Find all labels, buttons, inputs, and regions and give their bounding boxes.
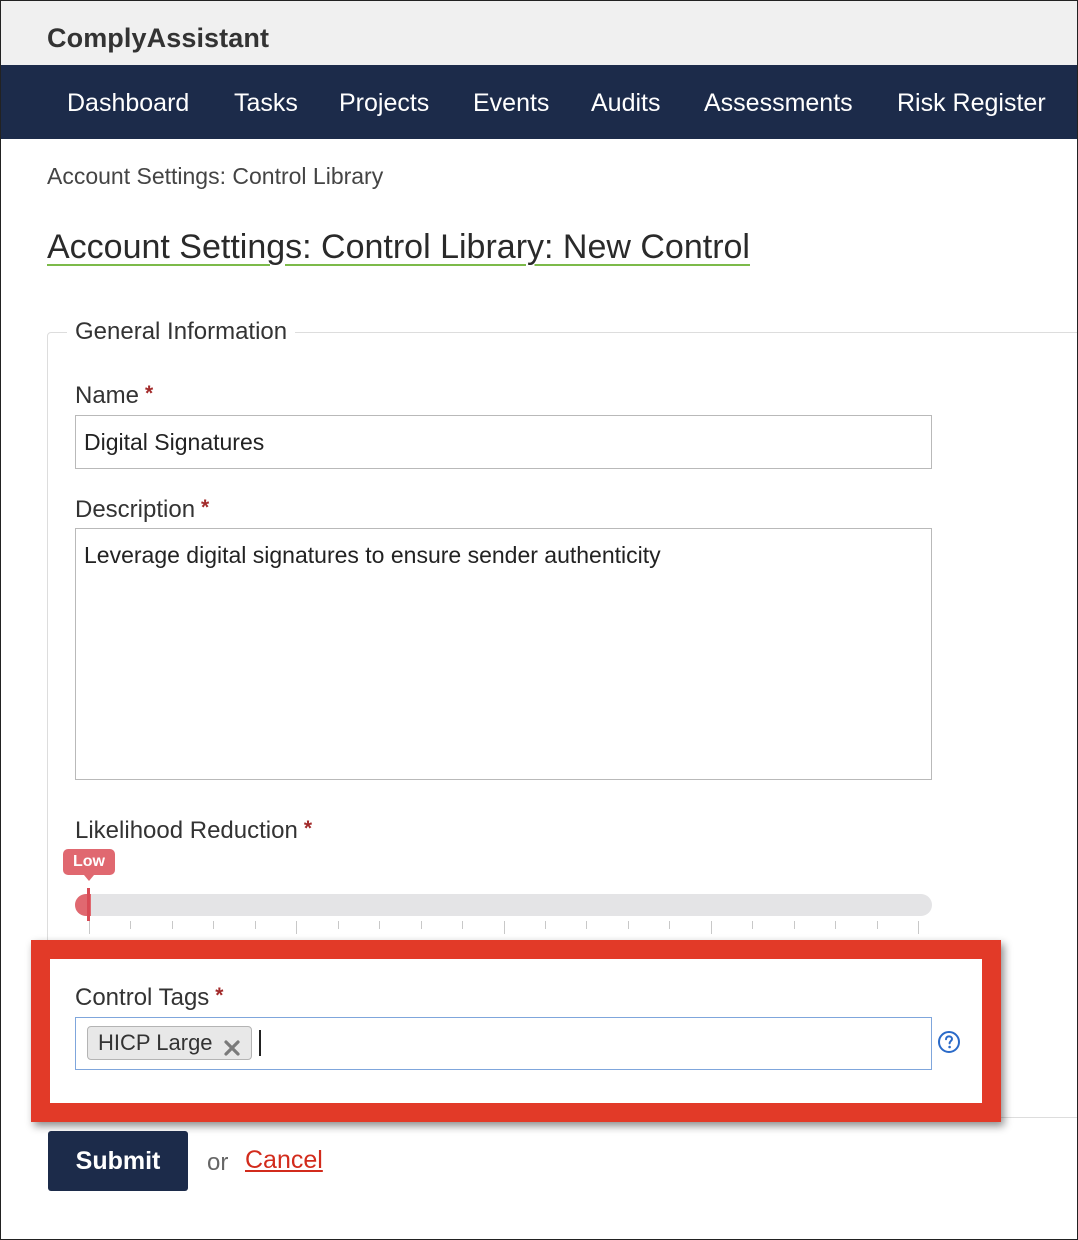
cancel-link[interactable]: Cancel xyxy=(245,1146,323,1175)
top-navigation: Dashboard Tasks Projects Events Audits A… xyxy=(1,65,1077,139)
name-input[interactable]: Digital Signatures xyxy=(75,415,932,469)
slider-tick xyxy=(628,921,629,929)
slider-tick xyxy=(752,921,753,929)
submit-button[interactable]: Submit xyxy=(48,1131,188,1191)
description-label: Description * xyxy=(75,496,209,524)
nav-item-risk-register[interactable]: Risk Register xyxy=(897,89,1046,118)
nav-item-events[interactable]: Events xyxy=(473,89,549,118)
slider-tick xyxy=(462,921,463,929)
page-title: Account Settings: Control Library: New C… xyxy=(47,228,750,266)
slider-handle[interactable] xyxy=(87,888,90,921)
nav-item-assessments[interactable]: Assessments xyxy=(704,89,853,118)
slider-tick xyxy=(89,921,90,934)
required-marker: * xyxy=(145,382,154,405)
slider-tick xyxy=(296,921,297,934)
description-label-text: Description xyxy=(75,496,196,523)
nav-item-audits[interactable]: Audits xyxy=(591,89,660,118)
slider-tick xyxy=(669,921,670,929)
fieldset-legend: General Information xyxy=(67,318,296,346)
slider-tick xyxy=(255,921,256,929)
slider-tick xyxy=(338,921,339,929)
likelihood-reduction-label-text: Likelihood Reduction xyxy=(75,817,298,844)
slider-tick xyxy=(545,921,546,929)
likelihood-reduction-slider[interactable] xyxy=(75,894,932,916)
slider-tick xyxy=(918,921,919,934)
highlight-annotation xyxy=(31,940,1001,1122)
slider-tick xyxy=(794,921,795,929)
required-marker: * xyxy=(201,496,210,519)
slider-tick xyxy=(213,921,214,929)
description-textarea[interactable]: Leverage digital signatures to ensure se… xyxy=(75,528,932,780)
name-label: Name * xyxy=(75,382,153,410)
nav-item-projects[interactable]: Projects xyxy=(339,89,429,118)
nav-item-tasks[interactable]: Tasks xyxy=(234,89,298,118)
slider-tick xyxy=(711,921,712,934)
app-title: ComplyAssistant xyxy=(47,23,270,53)
or-text: or xyxy=(207,1149,229,1176)
slider-tick xyxy=(504,921,505,934)
nav-item-dashboard[interactable]: Dashboard xyxy=(67,89,189,118)
slider-tooltip-arrow xyxy=(84,875,94,881)
app-header: ComplyAssistant xyxy=(1,1,1077,65)
page-frame: ComplyAssistant Dashboard Tasks Projects… xyxy=(0,0,1078,1240)
name-label-text: Name xyxy=(75,382,140,409)
breadcrumb: Account Settings: Control Library xyxy=(47,163,384,189)
slider-tick xyxy=(130,921,131,929)
slider-tick xyxy=(835,921,836,929)
slider-tick xyxy=(421,921,422,929)
slider-tick xyxy=(877,921,878,929)
slider-tick xyxy=(172,921,173,929)
required-marker: * xyxy=(303,817,313,840)
slider-value-tooltip: Low xyxy=(63,849,115,875)
likelihood-reduction-label: Likelihood Reduction * xyxy=(75,817,312,845)
slider-tick xyxy=(379,921,380,929)
slider-tick xyxy=(586,921,587,929)
